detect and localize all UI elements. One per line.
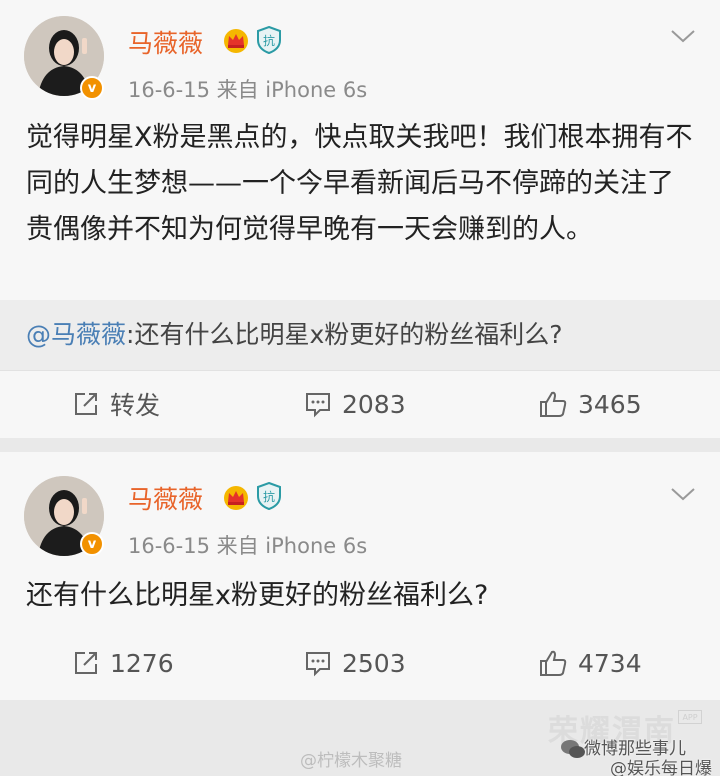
shield-icon: 抗	[257, 482, 281, 510]
comment-button[interactable]: 2083	[304, 371, 406, 437]
verified-badge-icon: v	[80, 532, 104, 556]
wechat-icon	[561, 740, 585, 758]
like-count: 3465	[578, 389, 642, 419]
post-meta: 16-6-15 来自 iPhone 6s	[128, 534, 368, 558]
credit-watermark: @柠檬木聚糖	[300, 751, 402, 771]
repost-text: :还有什么比明星x粉更好的粉丝福利么?	[126, 320, 563, 349]
comment-count: 2083	[342, 389, 406, 419]
post-meta: 16-6-15 来自 iPhone 6s	[128, 78, 368, 102]
repost-count: 1276	[110, 648, 174, 678]
repost-icon	[75, 652, 97, 674]
repost-button[interactable]: 转发	[72, 371, 160, 437]
like-button[interactable]: 4734	[538, 630, 642, 696]
comment-count: 2503	[342, 648, 406, 678]
account-watermark-2: @娱乐每日爆	[610, 759, 712, 776]
action-bar: 转发 2083 3465	[0, 370, 720, 436]
app-tag: APP	[678, 710, 702, 724]
verified-badge-icon: v	[80, 76, 104, 100]
comment-button[interactable]: 2503	[304, 630, 406, 696]
author-name[interactable]: 马薇薇	[128, 480, 203, 516]
repost-icon	[75, 393, 97, 415]
repost-button[interactable]: 1276	[72, 630, 174, 696]
author-name[interactable]: 马薇薇	[128, 24, 203, 60]
weibo-post-1: v 马薇薇 抗 16-6-15 来自 iPhone 6s 觉得明星X粉是黑点的，…	[0, 0, 720, 438]
shield-icon: 抗	[257, 26, 281, 54]
chevron-down-icon[interactable]	[670, 486, 696, 502]
watermark-area: 荣耀渭南 APP @柠檬木聚糖 微博那些事儿 @娱乐每日爆	[0, 700, 720, 776]
like-button[interactable]: 3465	[538, 371, 642, 437]
mention-link[interactable]: @马薇薇	[26, 320, 126, 349]
repost-block[interactable]: @马薇薇:还有什么比明星x粉更好的粉丝福利么?	[0, 300, 720, 370]
crown-icon	[224, 486, 248, 510]
comment-icon	[306, 652, 330, 677]
thumbs-up-icon	[540, 650, 567, 676]
action-bar: 1276 2503 4734	[0, 630, 720, 696]
comment-icon	[306, 393, 330, 418]
repost-label: 转发	[110, 391, 161, 420]
thumbs-up-icon	[540, 391, 567, 417]
crown-icon	[224, 29, 248, 53]
shield-label: 抗	[263, 489, 275, 504]
post-text: 还有什么比明星x粉更好的粉丝福利么?	[26, 580, 489, 611]
like-count: 4734	[578, 648, 642, 678]
shield-label: 抗	[263, 33, 275, 48]
chevron-down-icon[interactable]	[670, 28, 696, 44]
post-text: 觉得明星X粉是黑点的，快点取关我吧！我们根本拥有不同的人生梦想——一个今早看新闻…	[26, 122, 693, 245]
